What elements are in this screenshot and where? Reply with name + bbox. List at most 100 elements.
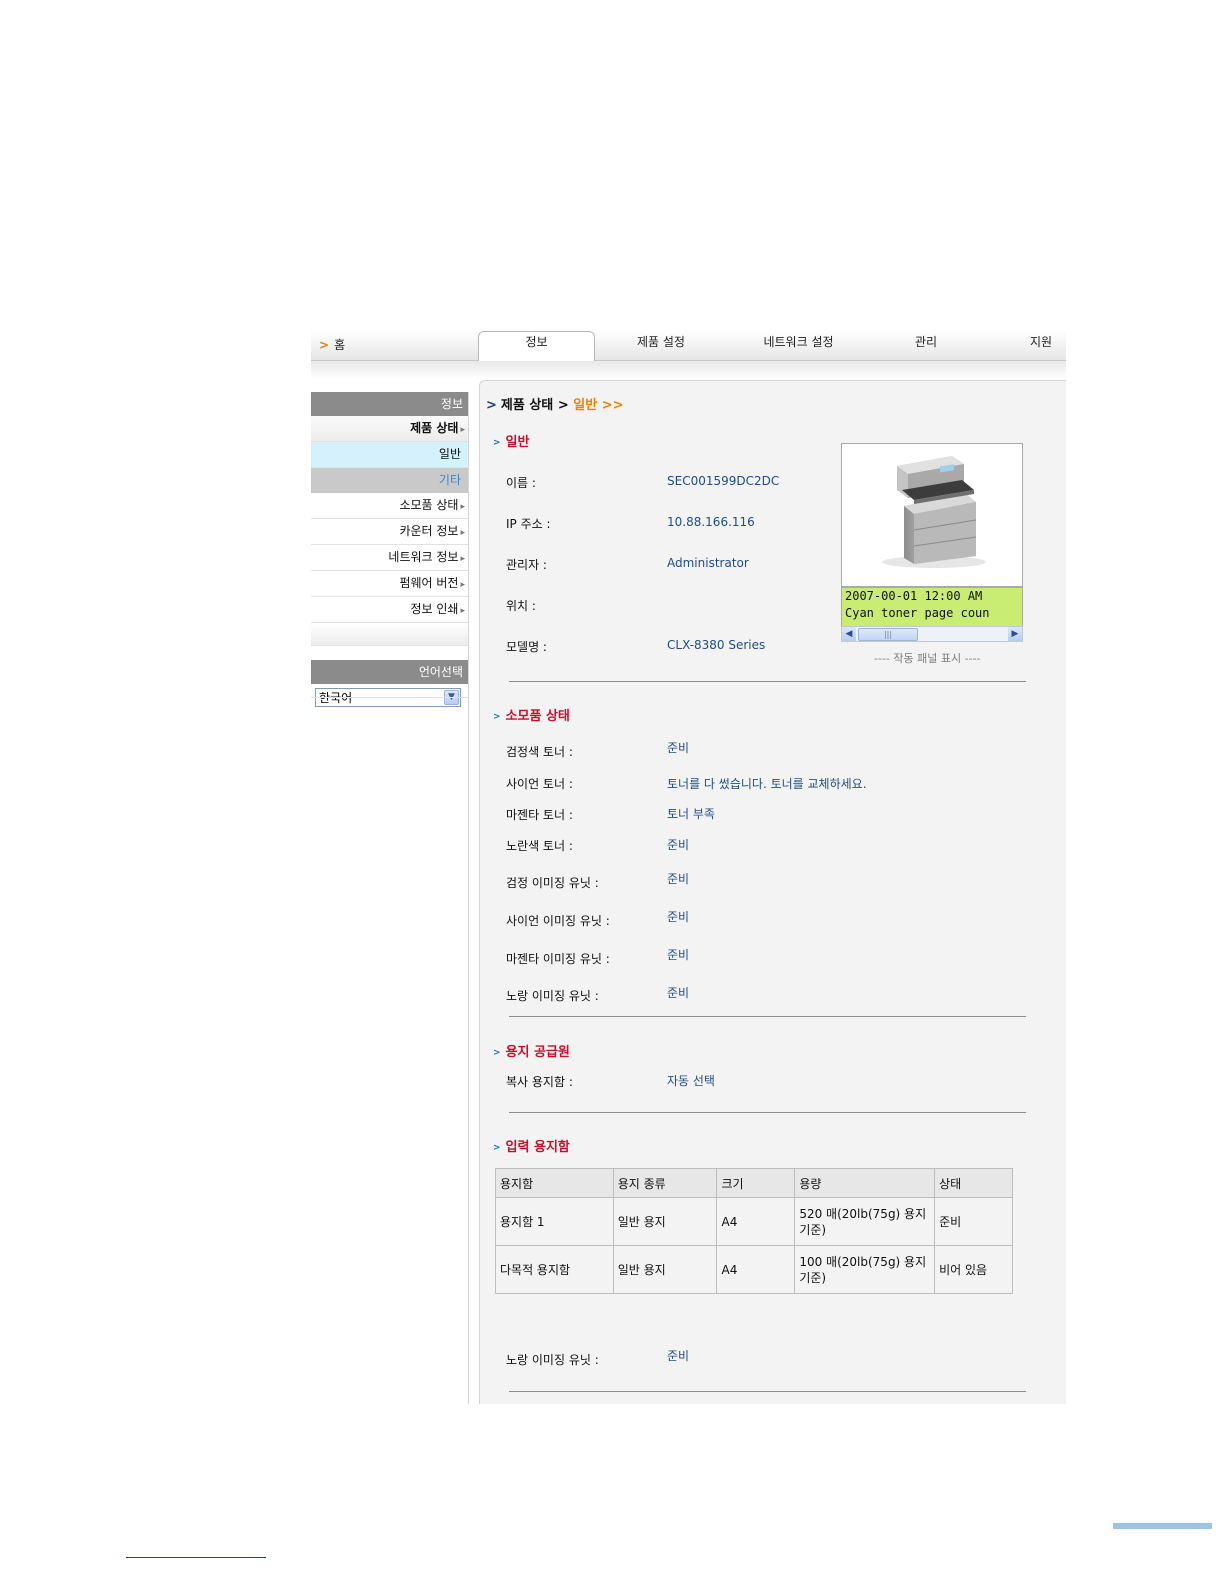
field-label-cyan-imaging-unit: 사이언 이미징 유닛 : xyxy=(506,914,610,928)
section-arrow-icon: > xyxy=(493,712,501,722)
page-decoration-bar xyxy=(1113,1523,1212,1529)
operation-panel-display: 2007-00-01 12:00 AM Cyan toner page coun xyxy=(841,587,1023,627)
field-label-copy-tray: 복사 용지함 : xyxy=(506,1075,573,1089)
nav-home-label: 홈 xyxy=(334,338,346,352)
breadcrumb-current: 일반 >> xyxy=(573,398,624,413)
field-value-cyan-toner: 토너를 다 썼습니다. 토너를 교체하세요. xyxy=(667,777,867,791)
field-label-admin: 관리자 : xyxy=(506,558,547,572)
table-cell: 준비 xyxy=(934,1197,1013,1246)
field-value-magenta-imaging-unit: 준비 xyxy=(667,948,690,962)
field-value-yellow-imaging-unit: 준비 xyxy=(667,986,690,1000)
field-value-ip: 10.88.166.116 xyxy=(667,515,755,529)
scroll-thumb[interactable]: ||| xyxy=(858,628,918,641)
field-value-model: CLX-8380 Series xyxy=(667,638,766,652)
table-cell: 비어 있음 xyxy=(934,1245,1013,1294)
table-cell: 다목적 용지함 xyxy=(495,1245,614,1294)
field-label-cyan-toner: 사이언 토너 : xyxy=(506,777,573,791)
section-title-input-tray: > 입력 용지함 xyxy=(493,1136,570,1155)
sidebar-item-label: 제품 상태 xyxy=(410,421,459,435)
tab-info-label: 정보 xyxy=(525,335,548,349)
breadcrumb-arrow-icon: > xyxy=(486,398,497,413)
sidebar-item-print-info[interactable]: 정보 인쇄 ▸ xyxy=(311,597,469,623)
sidebar-item-other[interactable]: 기타 xyxy=(311,468,469,493)
field-value-black-toner: 준비 xyxy=(667,741,690,755)
field-label-magenta-imaging-unit: 마젠타 이미징 유닛 : xyxy=(506,952,610,966)
column-header: 용지함 xyxy=(495,1168,614,1198)
sidebar-item-counter-info[interactable]: 카운터 정보 ▸ xyxy=(311,519,469,545)
tab-network-settings[interactable]: 네트워크 설정 xyxy=(741,330,856,360)
printer-icon xyxy=(882,456,986,568)
section-title-text: 일반 xyxy=(505,435,530,450)
divider xyxy=(509,1016,1026,1017)
table-header-row: 용지함 용지 종류 크기 용량 상태 xyxy=(495,1168,1013,1198)
section-title-text: 용지 공급원 xyxy=(505,1045,570,1060)
column-header: 상태 xyxy=(934,1168,1013,1198)
table-cell: A4 xyxy=(716,1197,796,1246)
table-cell: 100 매(20lb(75g) 용지 기준) xyxy=(794,1245,936,1294)
column-header: 용지 종류 xyxy=(612,1168,718,1198)
sidebar-item-firmware-version[interactable]: 펌웨어 버전 ▸ xyxy=(311,571,469,597)
sidebar-item-product-status[interactable]: 제품 상태 ▸ xyxy=(311,416,469,442)
sidebar-item-general[interactable]: 일반 xyxy=(311,442,469,468)
field-label-yellow-imaging-unit-extra: 노랑 이미징 유닛 : xyxy=(506,1353,599,1367)
field-value-cyan-imaging-unit: 준비 xyxy=(667,910,690,924)
sidebar-item-label: 일반 xyxy=(438,447,461,461)
field-label-yellow-imaging-unit: 노랑 이미징 유닛 : xyxy=(506,989,599,1003)
breadcrumb-separator: > xyxy=(557,398,569,413)
breadcrumb: > 제품 상태 > 일반 >> xyxy=(486,394,623,413)
nav-home-link[interactable]: > 홈 xyxy=(319,333,345,363)
sidebar-item-label: 네트워크 정보 xyxy=(388,550,459,564)
lcd-scrollbar[interactable]: ◀ ||| ▶ xyxy=(841,626,1023,642)
chevron-right-icon: ▸ xyxy=(460,502,465,512)
tab-management[interactable]: 관리 xyxy=(896,330,956,360)
field-label-black-toner: 검정색 토너 : xyxy=(506,745,573,759)
panel-caption: ---- 작동 패널 표시 ---- xyxy=(874,652,981,665)
section-title-text: 소모품 상태 xyxy=(505,709,570,724)
table-row: 용지함 1 일반 용지 A4 520 매(20lb(75g) 용지 기준) 준비 xyxy=(495,1197,1013,1246)
tab-product-settings[interactable]: 제품 설정 xyxy=(611,330,711,360)
field-label-black-imaging-unit: 검정 이미징 유닛 : xyxy=(506,876,599,890)
printer-image xyxy=(841,443,1023,587)
sidebar-divider xyxy=(311,697,469,698)
section-title-paper-source: > 용지 공급원 xyxy=(493,1041,570,1060)
chevron-right-icon: ▸ xyxy=(460,554,465,564)
sidebar-header: 정보 xyxy=(311,392,469,416)
sidebar-border xyxy=(468,392,469,1404)
section-title-supplies: > 소모품 상태 xyxy=(493,705,570,724)
chevron-right-icon: ▸ xyxy=(460,425,465,435)
input-tray-table: 용지함 용지 종류 크기 용량 상태 용지함 1 일반 용지 A4 520 매(… xyxy=(495,1168,1013,1294)
field-label-magenta-toner: 마젠타 토너 : xyxy=(506,808,573,822)
field-value-name: SEC001599DC2DC xyxy=(667,474,780,488)
scroll-right-icon[interactable]: ▶ xyxy=(1008,627,1022,641)
table-cell: 용지함 1 xyxy=(495,1197,614,1246)
field-label-location: 위치 : xyxy=(506,599,536,613)
lcd-line: 2007-00-01 12:00 AM xyxy=(845,589,983,603)
sidebar-item-label: 소모품 상태 xyxy=(399,498,459,512)
section-title-text: 입력 용지함 xyxy=(505,1140,570,1155)
page-decoration-line xyxy=(126,1557,266,1558)
field-value-copy-tray: 자동 선택 xyxy=(667,1074,715,1088)
tab-support[interactable]: 지원 xyxy=(1016,330,1066,360)
sidebar-item-supplies-status[interactable]: 소모품 상태 ▸ xyxy=(311,493,469,519)
chevron-right-icon: ▸ xyxy=(460,580,465,590)
field-label-model: 모델명 : xyxy=(506,640,547,654)
table-cell: 일반 용지 xyxy=(612,1197,718,1246)
sidebar-item-network-info[interactable]: 네트워크 정보 ▸ xyxy=(311,545,469,571)
field-label-name: 이름 : xyxy=(506,476,536,490)
tab-support-label: 지원 xyxy=(1029,335,1053,349)
breadcrumb-section[interactable]: 제품 상태 xyxy=(501,398,553,413)
field-value-yellow-toner: 준비 xyxy=(667,838,690,852)
sidebar-item-label: 정보 인쇄 xyxy=(410,602,459,616)
divider xyxy=(509,1112,1026,1113)
tab-network-settings-label: 네트워크 설정 xyxy=(763,335,834,349)
section-arrow-icon: > xyxy=(493,1143,501,1153)
divider xyxy=(509,681,1026,682)
scroll-left-icon[interactable]: ◀ xyxy=(842,627,856,641)
section-arrow-icon: > xyxy=(493,1048,501,1058)
divider xyxy=(509,1391,1026,1392)
chevron-right-icon: ▸ xyxy=(460,528,465,538)
field-label-ip: IP 주소 : xyxy=(506,517,551,531)
top-nav: > 홈 정보 제품 설정 네트워크 설정 관리 지원 xyxy=(311,330,1066,363)
tab-info[interactable]: 정보 xyxy=(478,331,595,362)
